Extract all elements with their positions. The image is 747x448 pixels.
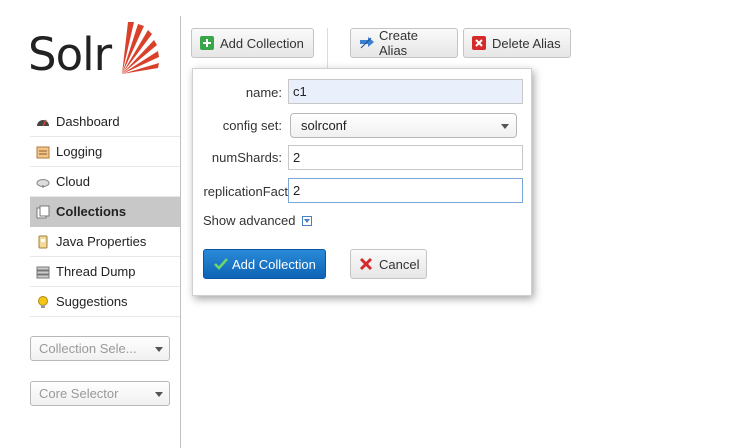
cloud-icon <box>36 175 50 189</box>
sidebar-item-label: Collections <box>56 204 127 219</box>
create-alias-button[interactable]: Create Alias <box>350 28 458 58</box>
config-set-value: solrconf <box>301 118 347 133</box>
sidebar-item-dashboard[interactable]: Dashboard <box>30 107 180 137</box>
logo-text: Solr <box>28 28 112 81</box>
sidebar: Solr Dashboard Logging Cloud Collections… <box>0 0 180 448</box>
num-shards-label: numShards: <box>211 150 282 165</box>
java-properties-icon <box>36 235 50 249</box>
thread-dump-icon <box>36 265 50 279</box>
sidebar-item-thread-dump[interactable]: Thread Dump <box>30 257 180 287</box>
collections-icon <box>36 205 50 219</box>
sidebar-menu: Dashboard Logging Cloud Collections Java… <box>30 107 180 317</box>
delete-alias-label: Delete Alias <box>492 35 561 51</box>
confirm-add-collection-button[interactable]: Add Collection <box>203 249 326 279</box>
sidebar-divider <box>180 16 181 448</box>
chevron-down-icon <box>301 215 312 226</box>
collection-selector[interactable]: Collection Sele... <box>30 336 170 361</box>
sidebar-item-cloud[interactable]: Cloud <box>30 167 180 197</box>
collection-selector-label: Collection Sele... <box>39 341 137 356</box>
plus-icon <box>200 36 214 50</box>
core-selector-label: Core Selector <box>39 386 119 401</box>
solr-logo[interactable]: Solr <box>28 16 163 86</box>
chevron-down-icon <box>501 124 509 129</box>
sun-logo-icon <box>122 22 159 74</box>
show-advanced-toggle[interactable]: Show advanced <box>203 213 312 228</box>
cancel-button[interactable]: Cancel <box>350 249 427 279</box>
sidebar-item-label: Suggestions <box>56 294 128 309</box>
add-collection-label: Add Collection <box>220 35 304 51</box>
replication-factor-label: replicationFact <box>203 184 288 199</box>
show-advanced-label: Show advanced <box>203 213 296 228</box>
alias-icon <box>359 36 374 50</box>
chevron-down-icon <box>155 347 163 352</box>
sidebar-item-logging[interactable]: Logging <box>30 137 180 167</box>
delete-alias-button[interactable]: Delete Alias <box>463 28 571 58</box>
sidebar-item-label: Cloud <box>56 174 90 189</box>
create-alias-label: Create Alias <box>379 28 419 58</box>
sidebar-item-label: Thread Dump <box>56 264 136 279</box>
delete-icon <box>472 36 486 50</box>
replication-factor-input[interactable] <box>288 178 523 203</box>
cancel-label: Cancel <box>379 256 420 272</box>
check-icon <box>214 258 228 270</box>
name-label: name: <box>245 85 282 100</box>
suggestions-icon <box>36 295 50 309</box>
chevron-down-icon <box>155 392 163 397</box>
config-set-select[interactable]: solrconf <box>290 113 517 138</box>
name-input[interactable] <box>288 79 523 104</box>
logging-icon <box>36 145 50 159</box>
num-shards-input[interactable] <box>288 145 523 170</box>
sidebar-item-suggestions[interactable]: Suggestions <box>30 287 180 317</box>
dashboard-icon <box>36 115 50 129</box>
sidebar-item-collections[interactable]: Collections <box>30 197 180 227</box>
config-set-label: config set: <box>222 118 282 133</box>
toolbar-divider <box>327 28 328 70</box>
sidebar-item-label: Dashboard <box>56 114 120 129</box>
sidebar-item-java-properties[interactable]: Java Properties <box>30 227 180 257</box>
core-selector[interactable]: Core Selector <box>30 381 170 406</box>
close-icon <box>359 257 373 271</box>
sidebar-item-label: Java Properties <box>56 234 147 249</box>
add-collection-button[interactable]: Add Collection <box>191 28 314 58</box>
add-collection-dialog: name: config set: solrconf numShards: re… <box>192 68 532 296</box>
sidebar-item-label: Logging <box>56 144 103 159</box>
confirm-add-label: Add Collection <box>232 256 316 272</box>
